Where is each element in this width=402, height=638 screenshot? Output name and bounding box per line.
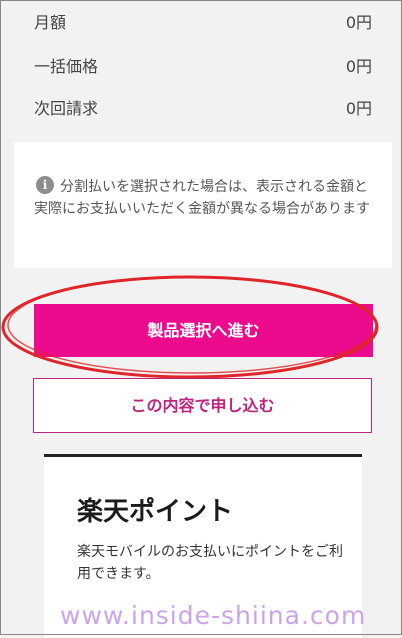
notice-text: 分割払いを選択された場合は、表示される金額と実際にお支払いいただく金額が異なる場… bbox=[34, 179, 370, 217]
watermark: www.inside-shiina.com bbox=[60, 601, 367, 630]
price-value: 0円 bbox=[345, 57, 372, 76]
points-description: 楽天モバイルのお支払いにポイントをご利用できます。 bbox=[77, 544, 343, 582]
price-value: 0円 bbox=[345, 13, 372, 32]
price-row-monthly: 月額 0円 bbox=[34, 9, 372, 35]
apply-with-these-details-button[interactable]: この内容で申し込む bbox=[33, 378, 372, 433]
price-row-next-bill: 次回請求 0円 bbox=[34, 95, 372, 121]
price-label: 月額 bbox=[34, 13, 67, 32]
points-title: 楽天ポイント bbox=[77, 497, 234, 527]
price-label: 一括価格 bbox=[34, 57, 99, 76]
price-label: 次回請求 bbox=[34, 99, 99, 118]
price-value: 0円 bbox=[345, 99, 372, 118]
installment-notice: i 分割払いを選択された場合は、表示される金額と実際にお支払いいただく金額が異な… bbox=[14, 142, 392, 268]
proceed-to-product-selection-button[interactable]: 製品選択へ進む bbox=[34, 304, 373, 357]
price-row-lump-sum: 一括価格 0円 bbox=[34, 53, 372, 79]
